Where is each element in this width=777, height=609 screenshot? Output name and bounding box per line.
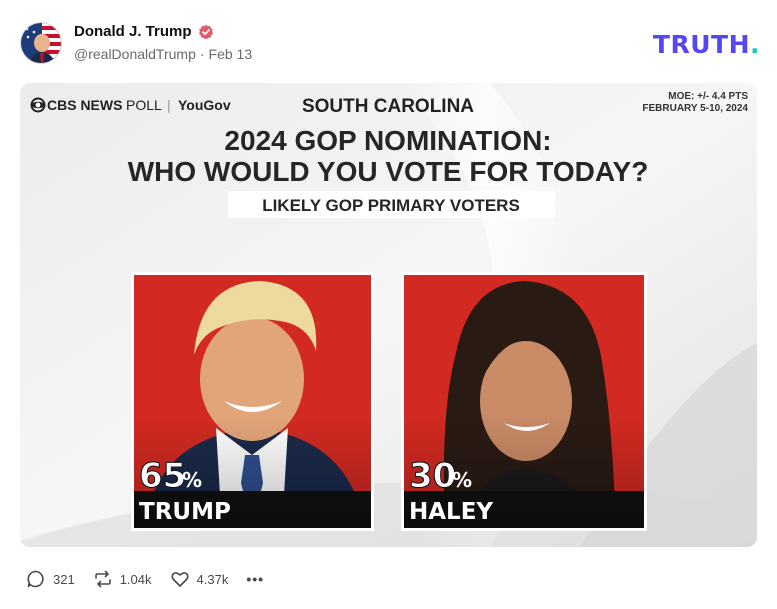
moe-label: MOE: +/- 4.4 PTS <box>668 91 748 102</box>
avatar[interactable] <box>20 22 62 64</box>
graphic-title-line1: 2024 GOP NOMINATION: <box>224 125 551 156</box>
truth-social-logo[interactable]: TRUTH. <box>653 30 760 59</box>
logo-text: TRUTH <box>652 30 750 59</box>
post-actions: 321 1.04k 4.37k ••• <box>26 567 264 591</box>
more-options-button[interactable]: ••• <box>246 571 264 587</box>
post-image[interactable]: CBS NEWS POLL | YouGov SOUTH CAROLINA MO… <box>20 83 757 547</box>
retruth-icon <box>93 569 113 589</box>
trump-percent-sign: % <box>182 468 202 492</box>
poll-graphic: CBS NEWS POLL | YouGov SOUTH CAROLINA MO… <box>20 83 757 547</box>
post-header: Donald J. Trump @realDonaldTrump · Feb 1… <box>20 18 760 68</box>
reply-button[interactable]: 321 <box>26 569 75 589</box>
poll-dates: FEBRUARY 5-10, 2024 <box>642 103 748 114</box>
haley-percent: 30 <box>409 456 456 496</box>
haley-name: HALEY <box>409 499 493 525</box>
more-icon: ••• <box>246 571 265 587</box>
cbs-news-label: CBS NEWS <box>47 97 122 113</box>
verified-badge-icon <box>198 24 214 40</box>
author-name[interactable]: Donald J. Trump <box>74 23 192 40</box>
post-date[interactable]: Feb 13 <box>209 46 253 62</box>
post-meta: @realDonaldTrump · Feb 13 <box>74 46 252 62</box>
haley-percent-sign: % <box>452 468 472 492</box>
reply-icon <box>26 569 46 589</box>
graphic-title-line2: WHO WOULD YOU VOTE FOR TODAY? <box>128 156 649 187</box>
author-name-row: Donald J. Trump <box>74 23 214 40</box>
yougov-label: YouGov <box>178 97 231 113</box>
graphic-subtitle: LIKELY GOP PRIMARY VOTERS <box>262 196 520 215</box>
meta-separator: · <box>199 46 205 62</box>
like-count: 4.37k <box>196 571 229 587</box>
reply-count: 321 <box>53 571 75 587</box>
trump-percent: 65 <box>139 456 186 496</box>
trump-name: TRUMP <box>139 499 231 525</box>
retruth-button[interactable]: 1.04k <box>93 569 152 589</box>
source-divider: | <box>167 97 171 113</box>
like-button[interactable]: 4.37k <box>170 569 229 589</box>
avatar-image <box>21 23 61 63</box>
retruth-count: 1.04k <box>119 571 152 587</box>
state-label: SOUTH CAROLINA <box>302 96 474 117</box>
author-handle[interactable]: @realDonaldTrump <box>74 46 196 62</box>
poll-label: POLL <box>126 97 162 113</box>
like-icon <box>170 569 190 589</box>
logo-dot: . <box>750 30 760 59</box>
